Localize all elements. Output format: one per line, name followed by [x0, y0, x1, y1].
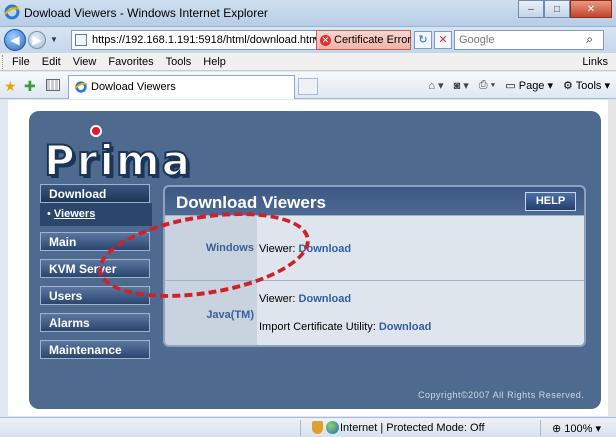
tools-menu[interactable]: ⚙ Tools ▾: [563, 79, 610, 92]
page-menu[interactable]: ▭ Page ▾: [505, 79, 553, 92]
tab-label: Dowload Viewers: [91, 81, 176, 93]
java-download-link[interactable]: Download: [299, 293, 352, 305]
search-input[interactable]: [455, 31, 575, 49]
sidebar-item-maintenance[interactable]: Maintenance: [40, 340, 150, 359]
tools-gear-icon: ⚙: [563, 80, 576, 92]
close-button[interactable]: ✕: [570, 0, 612, 18]
status-separator: [300, 420, 301, 436]
refresh-button[interactable]: ↻: [414, 31, 432, 49]
java-viewer-line: Viewer: Download: [259, 293, 351, 305]
cert-utility-prefix: Import Certificate Utility:: [259, 321, 379, 333]
add-favorites-icon[interactable]: ✚: [24, 78, 36, 95]
maximize-button[interactable]: □: [544, 0, 570, 18]
ie-logo-icon: [4, 4, 20, 20]
panel-header: Download Viewers HELP: [165, 187, 584, 215]
menu-favorites[interactable]: Favorites: [102, 56, 159, 68]
page-icon: [75, 34, 87, 46]
status-separator: [540, 420, 541, 436]
title-bar: Dowload Viewers - Windows Internet Explo…: [0, 0, 616, 27]
internet-globe-icon: [326, 421, 339, 434]
new-tab-button[interactable]: [298, 78, 318, 95]
favorites-star-icon[interactable]: ★: [4, 78, 17, 95]
address-bar: ◀ ▶ ▼ https://192.168.1.191:5918/html/do…: [0, 27, 616, 53]
url-text[interactable]: https://192.168.1.191:5918/html/download…: [92, 34, 321, 46]
copyright-text: Copyright©2007 All Rights Reserved.: [418, 390, 585, 400]
menu-bar: File Edit View Favorites Tools Help Link…: [0, 53, 616, 71]
cert-utility-line: Import Certificate Utility: Download: [259, 321, 431, 333]
forward-button[interactable]: ▶: [28, 31, 46, 49]
menu-help[interactable]: Help: [197, 56, 232, 68]
tab-dowload-viewers[interactable]: Dowload Viewers: [68, 75, 295, 99]
help-button[interactable]: HELP: [525, 192, 576, 211]
window-title: Dowload Viewers - Windows Internet Explo…: [24, 6, 268, 20]
tools-menu-label: Tools: [575, 80, 602, 92]
page-title: Download Viewers: [176, 193, 326, 212]
page-menu-icon: ▭: [505, 80, 519, 92]
search-icon[interactable]: ⌕: [586, 32, 593, 47]
security-zone[interactable]: Internet | Protected Mode: Off: [340, 422, 485, 434]
print-icon[interactable]: ⎙ ▾: [479, 79, 495, 92]
sidebar-subitem-viewers[interactable]: • Viewers: [40, 203, 152, 226]
sidebar-item-download[interactable]: Download: [40, 184, 150, 203]
history-dropdown-icon[interactable]: ▼: [50, 35, 58, 44]
quick-tabs-icon[interactable]: [46, 79, 60, 91]
zoom-level: 100%: [564, 423, 593, 435]
zoom-icon: ⊕: [552, 423, 565, 435]
error-icon: ✕: [320, 35, 331, 46]
page-menu-label: Page: [518, 80, 545, 92]
sidebar-item-alarms[interactable]: Alarms: [40, 313, 150, 332]
logo-dot-icon: [90, 125, 102, 137]
bullet-icon: •: [47, 208, 54, 220]
ie-tab-icon: [74, 81, 88, 93]
menu-tools[interactable]: Tools: [160, 56, 198, 68]
stop-button[interactable]: ✕: [434, 31, 452, 49]
window-controls: – □ ✕: [518, 0, 612, 20]
certificate-error-button[interactable]: ✕ Certificate Error: [316, 30, 411, 50]
menu-file[interactable]: File: [6, 56, 36, 68]
minimize-button[interactable]: –: [518, 0, 544, 18]
java-viewer-prefix: Viewer:: [259, 293, 299, 305]
back-button[interactable]: ◀: [4, 29, 26, 51]
home-icon[interactable]: ⌂ ▾: [428, 79, 443, 92]
cert-utility-download-link[interactable]: Download: [379, 321, 432, 333]
menu-view[interactable]: View: [67, 56, 103, 68]
prima-logo: Prima: [43, 135, 192, 186]
search-box[interactable]: ⌕: [454, 30, 604, 50]
protected-mode-icon: [312, 421, 323, 434]
command-bar: ★ ✚ Dowload Viewers ⌂ ▾ ◙ ▾ ⎙ ▾ ▭ Page ▾…: [0, 72, 616, 99]
vertical-scrollbar[interactable]: [608, 100, 616, 416]
certificate-error-label: Certificate Error: [334, 34, 412, 46]
status-bar: Internet | Protected Mode: Off ⊕ 100% ▾: [0, 417, 616, 437]
command-buttons: ⌂ ▾ ◙ ▾ ⎙ ▾ ▭ Page ▾ ⚙ Tools ▾: [428, 79, 610, 92]
feeds-icon[interactable]: ◙ ▾: [454, 79, 469, 92]
links-toolbar[interactable]: Links: [582, 56, 616, 68]
browser-window: Dowload Viewers - Windows Internet Explo…: [0, 0, 616, 437]
menu-edit[interactable]: Edit: [36, 56, 67, 68]
zoom-control[interactable]: ⊕ 100% ▾: [552, 422, 601, 435]
viewers-link[interactable]: Viewers: [54, 208, 95, 220]
